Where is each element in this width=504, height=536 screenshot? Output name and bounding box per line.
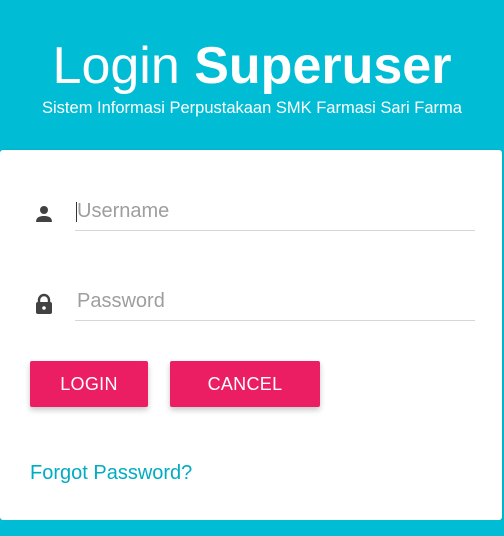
text-caret — [76, 202, 77, 222]
username-field-group — [32, 192, 475, 240]
person-icon — [32, 202, 56, 226]
title-bold: Superuser — [194, 37, 452, 95]
bottom-strip — [0, 520, 504, 536]
page-title: Login Superuser — [0, 34, 504, 98]
forgot-password-link[interactable]: Forgot Password? — [30, 462, 192, 485]
lock-icon — [32, 292, 56, 316]
title-light: Login — [52, 37, 180, 95]
login-card: LOGIN CANCEL Forgot Password? — [0, 150, 502, 520]
password-input[interactable] — [75, 282, 475, 321]
username-input[interactable] — [75, 192, 475, 231]
login-button[interactable]: LOGIN — [30, 361, 148, 407]
cancel-button[interactable]: CANCEL — [170, 361, 320, 407]
login-page: Login Superuser Sistem Informasi Perpust… — [0, 0, 504, 536]
header: Login Superuser Sistem Informasi Perpust… — [0, 0, 504, 150]
page-subtitle: Sistem Informasi Perpustakaan SMK Farmas… — [42, 99, 462, 117]
password-field-group — [32, 282, 475, 330]
